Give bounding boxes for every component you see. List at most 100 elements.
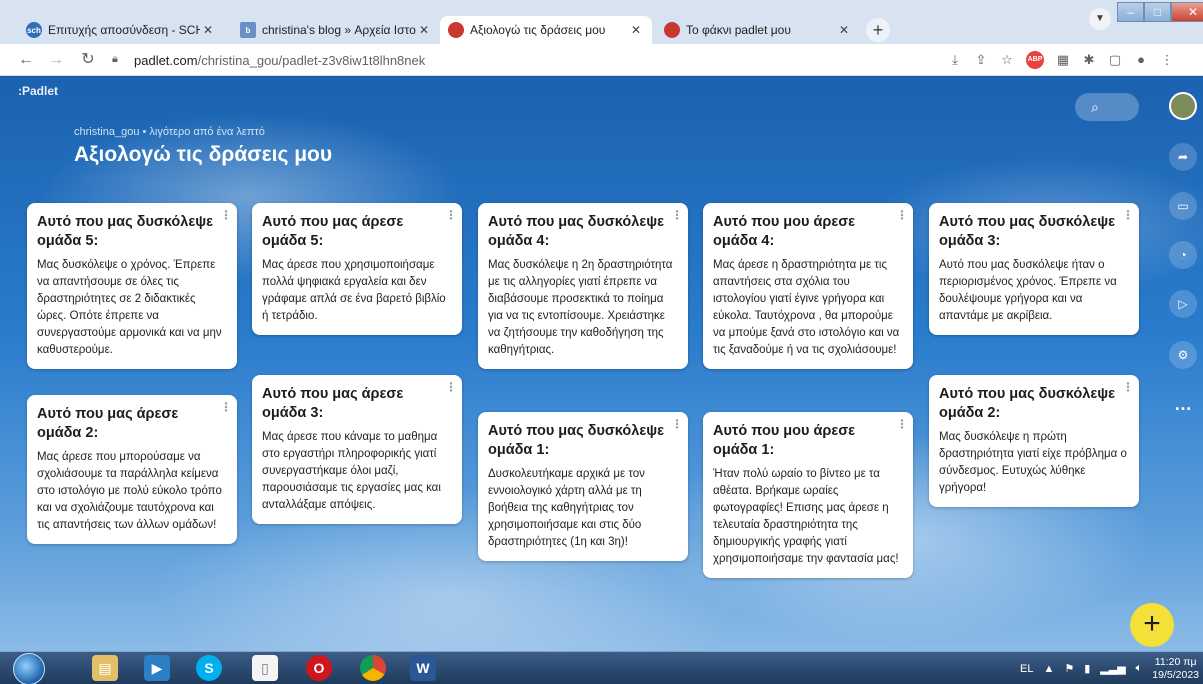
post-card[interactable]: ⋮ Αυτό που μας άρεσε ομάδα 3: Μας άρεσε …: [252, 375, 462, 524]
network-icon[interactable]: ▮: [1084, 662, 1090, 675]
language-indicator[interactable]: EL: [1020, 663, 1033, 675]
maximize-button[interactable]: □: [1144, 2, 1171, 22]
address-bar[interactable]: 🔒︎ padlet.com/christina_gou/padlet-z3v8i…: [112, 48, 932, 72]
more-menu-icon[interactable]: ⋮: [1156, 49, 1178, 71]
share-icon[interactable]: ⇪: [970, 49, 992, 71]
browser-tab-2[interactable]: b christina's blog » Αρχεία Ιστολογ ✕: [232, 16, 440, 44]
opera-icon[interactable]: O: [306, 655, 332, 681]
document-icon[interactable]: ▯: [252, 655, 278, 681]
post-card[interactable]: ⋮ Αυτό που μας άρεσε ομάδα 2: Μας άρεσε …: [27, 395, 237, 544]
install-app-icon[interactable]: ⤓: [944, 49, 966, 71]
tab-title: christina's blog » Αρχεία Ιστολογ: [262, 23, 416, 37]
signal-icon[interactable]: ▂▃▅: [1100, 662, 1125, 675]
padlet-favicon-icon: [448, 22, 464, 38]
search-button[interactable]: ⌕: [1075, 93, 1139, 121]
volume-icon[interactable]: 🔈︎: [1136, 662, 1143, 675]
browser-tab-strip: sch Επιτυχής αποσύνδεση - SCH – G ✕ b ch…: [0, 0, 1203, 44]
post-card[interactable]: ⋮ Αυτό που μας δυσκόλεψε ομάδα 5: Μας δυ…: [27, 203, 237, 369]
file-explorer-icon[interactable]: ▤: [92, 655, 118, 681]
clock-date: 19/5/2023: [1152, 668, 1199, 681]
forward-arrow-icon[interactable]: →: [44, 48, 68, 72]
post-menu-icon[interactable]: ⋮: [445, 380, 457, 394]
tab-search-chevron-icon[interactable]: ▼: [1089, 8, 1111, 30]
clock[interactable]: 11:20 πμ 19/5/2023: [1152, 656, 1199, 682]
post-card[interactable]: ⋮ Αυτό που μας δυσκόλεψε ομάδα 3: Αυτό π…: [929, 203, 1139, 335]
blog-favicon-icon: b: [240, 22, 256, 38]
minimize-button[interactable]: –: [1117, 2, 1144, 22]
settings-gear-icon[interactable]: ⚙: [1169, 341, 1197, 369]
action-rail: ➦ ▭ ◔ ▷ ⚙ …: [1163, 77, 1203, 651]
side-panel-icon[interactable]: ▢: [1104, 49, 1126, 71]
user-avatar[interactable]: [1169, 92, 1197, 120]
window-controls: – □ ✕: [1117, 2, 1203, 22]
close-tab-icon[interactable]: ✕: [416, 23, 432, 37]
padlet-favicon-icon: [664, 22, 680, 38]
post-menu-icon[interactable]: ⋮: [671, 417, 683, 431]
reload-icon[interactable]: ↻: [76, 48, 100, 72]
start-orb-icon[interactable]: [13, 653, 45, 684]
post-menu-icon[interactable]: ⋮: [220, 208, 232, 222]
post-card[interactable]: ⋮ Αυτό που μου άρεσε ομάδα 1: Ήταν πολύ …: [703, 412, 913, 578]
post-card[interactable]: ⋮ Αυτό που μας δυσκόλεψε ομάδα 1: Δυσκολ…: [478, 412, 688, 561]
close-tab-icon[interactable]: ✕: [836, 23, 852, 37]
padlet-board: :Padlet christina_gou • λιγότερο από ένα…: [0, 77, 1203, 651]
post-body: Ήταν πολύ ωραίο το βίντεο με τα αθέατα. …: [713, 468, 899, 565]
skype-icon[interactable]: S: [196, 655, 222, 681]
post-title: Αυτό που μας δυσκόλεψε ομάδα 1:: [488, 423, 665, 458]
word-icon[interactable]: W: [410, 655, 436, 681]
back-arrow-icon[interactable]: ←: [14, 48, 38, 72]
media-player-icon[interactable]: ▶: [144, 655, 170, 681]
flag-icon[interactable]: ⚑: [1064, 662, 1074, 675]
browser-tab-1[interactable]: sch Επιτυχής αποσύνδεση - SCH – G ✕: [18, 16, 224, 44]
adblock-plus-icon[interactable]: ABP: [1026, 51, 1044, 69]
post-body: Μας δυσκόλεψε η πρώτη δραστηριότητα γιατ…: [939, 431, 1127, 494]
new-tab-button[interactable]: +: [866, 18, 890, 42]
profile-avatar-icon[interactable]: ●: [1130, 49, 1152, 71]
tab-title: Επιτυχής αποσύνδεση - SCH – G: [48, 23, 200, 37]
post-menu-icon[interactable]: ⋮: [671, 208, 683, 222]
post-menu-icon[interactable]: ⋮: [220, 400, 232, 414]
puzzle-extensions-icon[interactable]: ✱: [1078, 49, 1100, 71]
system-tray: EL ▲ ⚑ ▮ ▂▃▅ 🔈︎ 11:20 πμ 19/5/2023: [1020, 652, 1203, 684]
tab-title: Το φάκνι padlet μου: [686, 23, 791, 37]
post-menu-icon[interactable]: ⋮: [445, 208, 457, 222]
close-tab-icon[interactable]: ✕: [200, 23, 216, 37]
post-card[interactable]: ⋮ Αυτό που μου άρεσε ομάδα 4: Μας άρεσε …: [703, 203, 913, 369]
clock-time: 11:20 πμ: [1154, 655, 1197, 668]
lock-icon: 🔒︎: [112, 53, 118, 65]
post-body: Μας άρεσε η δραστηριότητα με τις απαντήσ…: [713, 259, 900, 356]
post-menu-icon[interactable]: ⋮: [1122, 380, 1134, 394]
post-menu-icon[interactable]: ⋮: [896, 417, 908, 431]
post-card[interactable]: ⋮ Αυτό που μας δυσκόλεψε ομάδα 4: Μας δυ…: [478, 203, 688, 369]
post-card[interactable]: ⋮ Αυτό που μας δυσκόλεψε ομάδα 2: Μας δυ…: [929, 375, 1139, 507]
notification-bell-icon[interactable]: ◔: [1169, 241, 1197, 269]
bookmark-star-icon[interactable]: ☆: [996, 49, 1018, 71]
url-domain: padlet.com: [134, 52, 198, 68]
close-tab-icon[interactable]: ✕: [628, 23, 644, 37]
post-title: Αυτό που μας άρεσε ομάδα 2:: [37, 406, 179, 441]
add-post-button[interactable]: +: [1130, 603, 1174, 647]
post-title: Αυτό που μας δυσκόλεψε ομάδα 2:: [939, 386, 1116, 421]
extension-icon[interactable]: ▦: [1052, 49, 1074, 71]
search-icon: ⌕: [1091, 99, 1099, 115]
post-title: Αυτό που μου άρεσε ομάδα 1:: [713, 423, 856, 458]
post-title: Αυτό που μου άρεσε ομάδα 4:: [713, 214, 856, 249]
tray-arrow-icon[interactable]: ▲: [1043, 663, 1054, 675]
browser-tab-3-active[interactable]: Αξιολογώ τις δράσεις μου ✕: [440, 16, 652, 44]
post-menu-icon[interactable]: ⋮: [1122, 208, 1134, 222]
close-window-button[interactable]: ✕: [1171, 2, 1203, 22]
share-arrow-icon[interactable]: ➦: [1169, 143, 1197, 171]
post-card[interactable]: ⋮ Αυτό που μας άρεσε ομάδα 5: Μας άρεσε …: [252, 203, 462, 335]
padlet-logo[interactable]: :Padlet: [18, 84, 58, 98]
browser-toolbar: ← → ↻ 🔒︎ padlet.com/christina_gou/padlet…: [0, 44, 1203, 76]
more-options-icon[interactable]: …: [1169, 390, 1197, 418]
sch-favicon-icon: sch: [26, 22, 42, 38]
board-title: Αξιολογώ τις δράσεις μου: [74, 143, 333, 166]
windows-taskbar: ▤ ▶ S ▯ O W EL ▲ ⚑ ▮ ▂▃▅ 🔈︎ 11:20 πμ 19/…: [0, 651, 1203, 684]
slideshow-play-icon[interactable]: ▷: [1169, 290, 1197, 318]
chrome-icon[interactable]: [360, 655, 386, 681]
post-menu-icon[interactable]: ⋮: [896, 208, 908, 222]
remake-copy-icon[interactable]: ▭: [1169, 192, 1197, 220]
browser-tab-4[interactable]: Το φάκνι padlet μου ✕: [656, 16, 860, 44]
post-body: Μας δυσκόλεψε ο χρόνος. Έπρεπε να απαντή…: [37, 259, 222, 356]
